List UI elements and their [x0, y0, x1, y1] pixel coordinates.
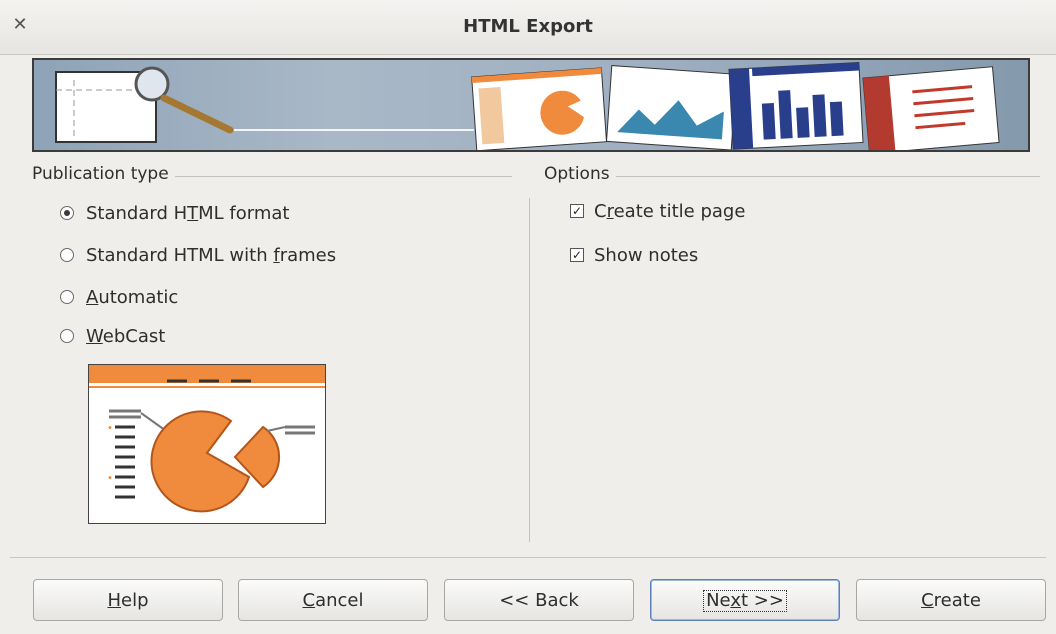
title-bar: ✕ HTML Export: [0, 0, 1056, 55]
back-button[interactable]: << Back: [444, 579, 634, 621]
cancel-button[interactable]: Cancel: [238, 579, 428, 621]
column-separator: [529, 198, 530, 542]
svg-text:•: •: [107, 423, 113, 434]
pie-preview-illustration: • •: [89, 365, 325, 513]
checkbox-label: Show notes: [594, 244, 699, 266]
radio-label: Standard HTML with frames: [86, 244, 337, 266]
radio-label: Automatic: [86, 286, 179, 308]
cancel-button-label: Cancel: [302, 590, 364, 611]
checkbox-create-title-page[interactable]: ✓ Create title page: [570, 199, 745, 223]
radio-standard-html[interactable]: Standard HTML format: [60, 201, 290, 225]
window-title: HTML Export: [463, 16, 593, 37]
create-button[interactable]: Create: [856, 579, 1046, 621]
banner-illustration: [55, 62, 1000, 150]
back-button-label: << Back: [499, 590, 579, 611]
radio-button[interactable]: [60, 248, 74, 262]
next-button[interactable]: Next >>: [650, 579, 840, 621]
radio-label: Standard HTML format: [86, 202, 290, 224]
radio-button[interactable]: [60, 329, 74, 343]
help-button-label: Help: [107, 590, 149, 611]
radio-html-frames[interactable]: Standard HTML with frames: [60, 243, 336, 267]
radio-button[interactable]: [60, 206, 74, 220]
svg-text:•: •: [107, 473, 113, 484]
publication-type-label: Publication type: [32, 164, 175, 184]
help-button[interactable]: Help: [33, 579, 223, 621]
radio-button[interactable]: [60, 290, 74, 304]
radio-label: WebCast: [86, 325, 166, 347]
radio-webcast[interactable]: WebCast: [60, 324, 165, 348]
layout-preview-image: • •: [88, 364, 326, 524]
checkbox[interactable]: ✓: [570, 248, 584, 262]
checkbox-label: Create title page: [594, 200, 746, 222]
options-label: Options: [544, 164, 616, 184]
header-banner: [32, 58, 1030, 152]
options-divider: [544, 176, 1040, 177]
checkbox[interactable]: ✓: [570, 204, 584, 218]
radio-automatic[interactable]: Automatic: [60, 285, 178, 309]
checkbox-show-notes[interactable]: ✓ Show notes: [570, 243, 698, 267]
next-button-label: Next >>: [703, 590, 787, 612]
create-button-label: Create: [921, 590, 981, 611]
footer-divider: [10, 557, 1046, 558]
